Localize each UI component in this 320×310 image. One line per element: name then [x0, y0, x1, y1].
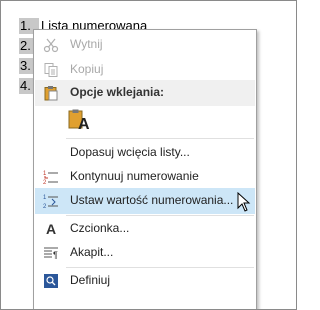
- menu-item-label: Ustaw wartość numerowania...: [70, 193, 234, 207]
- menu-item-define[interactable]: Definiuj: [35, 268, 255, 294]
- scissors-icon: [43, 37, 59, 53]
- menu-item-continue-numbering[interactable]: 1 2 Kontynuuj numerowanie: [35, 164, 255, 190]
- menu-item-label: Kontynuuj numerowanie: [70, 169, 199, 183]
- menu-item-cut[interactable]: Wytnij: [35, 32, 255, 58]
- paragraph-icon: ¶: [43, 245, 59, 261]
- paste-options-header: Opcje wklejania:: [35, 80, 255, 106]
- paste-letter: A: [78, 116, 90, 133]
- svg-text:2: 2: [43, 204, 47, 209]
- menu-item-label: Wytnij: [70, 37, 103, 51]
- define-icon: [43, 273, 59, 289]
- menu-section-label: Opcje wklejania:: [70, 85, 165, 99]
- svg-text:1: 1: [43, 195, 47, 201]
- menu-item-paragraph[interactable]: ¶ Akapit...: [35, 240, 255, 266]
- paste-keep-text-only-button[interactable]: A: [66, 108, 92, 134]
- menu-item-label: Kopiuj: [70, 62, 104, 76]
- set-numbering-value-icon: 1 2: [43, 193, 59, 210]
- menu-item-adjust-indents[interactable]: Dopasuj wcięcia listy...: [35, 140, 255, 166]
- svg-text:2: 2: [43, 180, 47, 185]
- menu-item-label: Akapit...: [70, 245, 114, 259]
- context-menu: Wytnij Kopiuj Opcje wklejania: A Dopasuj…: [33, 29, 257, 309]
- font-icon: A: [45, 221, 57, 237]
- continue-numbering-icon: 1 2: [43, 169, 59, 186]
- menu-item-label: Definiuj: [70, 273, 111, 287]
- document-window: 1. Lista numerowana 2. 3. 4. Wytnij Kopi…: [0, 0, 297, 310]
- menu-item-set-numbering-value[interactable]: 1 2 Ustaw wartość numerowania...: [35, 188, 255, 214]
- menu-item-font[interactable]: A Czcionka...: [35, 216, 255, 242]
- copy-icon: [43, 62, 59, 78]
- menu-item-label: Czcionka...: [70, 221, 130, 235]
- svg-text:¶: ¶: [53, 250, 58, 260]
- clipboard-icon: [43, 85, 59, 101]
- separator: [66, 138, 254, 139]
- mouse-pointer-icon: [237, 192, 251, 212]
- menu-item-label: Dopasuj wcięcia listy...: [70, 145, 190, 159]
